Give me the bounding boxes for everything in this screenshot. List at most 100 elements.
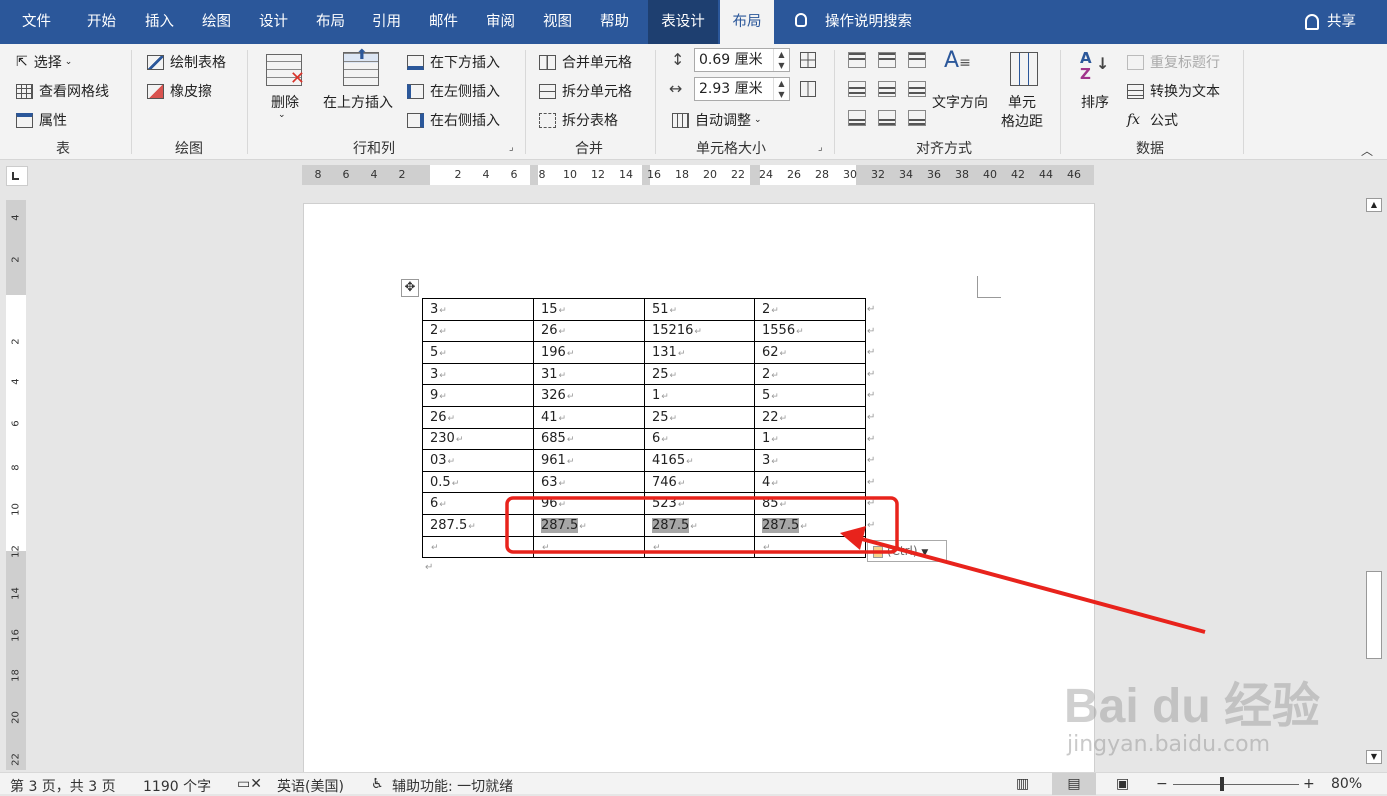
accessibility-status[interactable]: 辅助功能: 一切就绪	[392, 776, 513, 796]
table-cell[interactable]: 96↵	[533, 492, 645, 515]
tab-design[interactable]: 设计	[259, 0, 288, 44]
table-row[interactable]: 03↵ 961↵ 4165↵ 3↵	[422, 449, 866, 472]
sort-button[interactable]: 排序	[1081, 92, 1109, 112]
tell-me-search[interactable]: 操作说明搜索	[825, 0, 912, 44]
table-cell[interactable]: 63↵	[533, 470, 645, 494]
distribute-cols-icon[interactable]	[800, 81, 816, 97]
zoom-slider-thumb[interactable]	[1220, 777, 1224, 791]
align-top-left-icon[interactable]	[848, 52, 866, 68]
select-button[interactable]: ⇱ 选择 ⌄	[16, 52, 72, 72]
width-spinner[interactable]: ▲ ▼	[773, 78, 789, 100]
table-cell[interactable]: 15216↵	[644, 319, 755, 343]
table-cell[interactable]: 3↵	[422, 298, 534, 321]
table-cell[interactable]: 22↵	[754, 405, 866, 429]
table-row[interactable]: 6↵ 96↵ 523↵ 85↵	[422, 492, 866, 515]
table-row[interactable]: 3↵ 31↵ 25↵ 2↵	[422, 362, 866, 386]
read-mode-icon[interactable]: ▥	[1016, 776, 1029, 792]
table-cell[interactable]: 287.5↵	[533, 513, 645, 537]
table-move-handle-icon[interactable]: ✥	[401, 279, 419, 297]
table-cell[interactable]: 1↵	[644, 384, 755, 407]
align-bottom-right-icon[interactable]	[908, 110, 926, 126]
tab-view[interactable]: 视图	[543, 0, 572, 44]
table-row[interactable]: ↵ ↵ ↵ ↵	[422, 535, 866, 559]
repeat-header-button[interactable]: 重复标题行	[1127, 52, 1220, 72]
table-cell[interactable]: 287.5↵	[644, 513, 755, 537]
scroll-up-icon[interactable]: ▲	[1366, 198, 1382, 212]
table-cell[interactable]: ↵	[533, 535, 645, 559]
share-button[interactable]: 共享	[1327, 0, 1356, 44]
eraser-button[interactable]: 橡皮擦	[147, 81, 212, 101]
table-cell[interactable]: 746↵	[644, 470, 755, 494]
table-row[interactable]: 2↵ 26↵ 15216↵ 1556↵	[422, 319, 866, 343]
table-cell[interactable]: 230↵	[422, 427, 534, 451]
cell-size-launcher-icon[interactable]: ⌟	[818, 142, 823, 153]
page-count[interactable]: 第 3 页，共 3 页	[10, 776, 116, 796]
tab-references[interactable]: 引用	[372, 0, 401, 44]
zoom-out-icon[interactable]: −	[1156, 776, 1168, 792]
table-cell[interactable]: 2↵	[422, 319, 534, 343]
insert-above-button[interactable]: 在上方插入	[323, 92, 393, 112]
table-cell[interactable]: 26↵	[533, 319, 645, 343]
table-cell[interactable]: 2↵	[754, 362, 866, 386]
height-spinner[interactable]: ▲ ▼	[773, 49, 789, 71]
table-cell[interactable]: 6↵	[644, 427, 755, 451]
table-row[interactable]: 230↵ 685↵ 6↵ 1↵	[422, 427, 866, 451]
align-middle-left-icon[interactable]	[848, 81, 866, 97]
table-cell[interactable]: 03↵	[422, 449, 534, 472]
table-cell[interactable]: ↵	[644, 535, 755, 559]
data-table[interactable]: 3↵ 15↵ 51↵ 2↵ 2↵ 26↵ 15216↵ 1556↵ 5↵ 196↵ 131↵ 62↵ 3…	[422, 298, 866, 559]
formula-button[interactable]: fx 公式	[1127, 110, 1178, 130]
table-cell[interactable]: 31↵	[533, 362, 645, 386]
table-cell[interactable]: 62↵	[754, 341, 866, 364]
table-cell[interactable]: 3↵	[422, 362, 534, 386]
vertical-scrollbar[interactable]: ▲ ▼	[1364, 196, 1384, 768]
zoom-in-icon[interactable]: +	[1303, 776, 1315, 792]
scroll-thumb[interactable]	[1366, 571, 1382, 659]
table-cell[interactable]: 26↵	[422, 405, 534, 429]
table-row[interactable]: 5↵ 196↵ 131↵ 62↵	[422, 341, 866, 364]
table-cell[interactable]: 1556↵	[754, 319, 866, 343]
paste-options-button[interactable]: (Ctrl) ▼	[867, 540, 947, 562]
align-middle-right-icon[interactable]	[908, 81, 926, 97]
draw-table-button[interactable]: 绘制表格	[147, 52, 226, 72]
convert-to-text-button[interactable]: 转换为文本	[1127, 81, 1220, 101]
table-row[interactable]: 26↵ 41↵ 25↵ 22↵	[422, 405, 866, 429]
align-bottom-center-icon[interactable]	[878, 110, 896, 126]
tab-insert[interactable]: 插入	[145, 0, 174, 44]
tab-table-layout[interactable]: 布局	[720, 0, 774, 44]
proofing-icon[interactable]: ▭✕	[237, 776, 262, 792]
table-cell[interactable]: ↵	[422, 535, 534, 559]
insert-right-button[interactable]: 在右侧插入	[407, 110, 500, 130]
table-cell[interactable]: 3↵	[754, 449, 866, 472]
properties-button[interactable]: 属性	[16, 110, 67, 130]
tab-review[interactable]: 审阅	[486, 0, 515, 44]
table-cell[interactable]: 41↵	[533, 405, 645, 429]
tab-file[interactable]: 文件	[22, 0, 51, 44]
tab-home[interactable]: 开始	[87, 0, 116, 44]
tab-table-design[interactable]: 表设计	[648, 0, 718, 44]
split-table-button[interactable]: 拆分表格	[539, 110, 618, 130]
print-layout-icon[interactable]: ▤	[1052, 773, 1096, 795]
table-cell[interactable]: 9↵	[422, 384, 534, 407]
delete-button[interactable]: 删除	[266, 92, 304, 112]
table-cell[interactable]: 51↵	[644, 298, 755, 321]
table-cell[interactable]: 5↵	[754, 384, 866, 407]
table-cell[interactable]: ↵	[754, 535, 866, 559]
table-cell[interactable]: 1↵	[754, 427, 866, 451]
scroll-down-icon[interactable]: ▼	[1366, 750, 1382, 764]
cell-margins-button-line1[interactable]: 单元	[1008, 92, 1036, 112]
merge-cells-button[interactable]: 合并单元格	[539, 52, 632, 72]
text-direction-button[interactable]: 文字方向	[932, 92, 988, 112]
table-cell[interactable]: 25↵	[644, 405, 755, 429]
insert-below-button[interactable]: 在下方插入	[407, 52, 500, 72]
table-cell[interactable]: 85↵	[754, 492, 866, 515]
web-layout-icon[interactable]: ▣	[1116, 776, 1129, 792]
tab-layout[interactable]: 布局	[316, 0, 345, 44]
distribute-rows-icon[interactable]	[800, 52, 816, 68]
table-cell[interactable]: 6↵	[422, 492, 534, 515]
table-cell[interactable]: 131↵	[644, 341, 755, 364]
table-row[interactable]: 287.5↵ 287.5↵ 287.5↵ 287.5↵	[422, 513, 866, 537]
col-width-input[interactable]: 2.93 厘米 ▲ ▼	[694, 77, 790, 101]
table-cell[interactable]: 4165↵	[644, 449, 755, 472]
table-cell[interactable]: 2↵	[754, 298, 866, 321]
